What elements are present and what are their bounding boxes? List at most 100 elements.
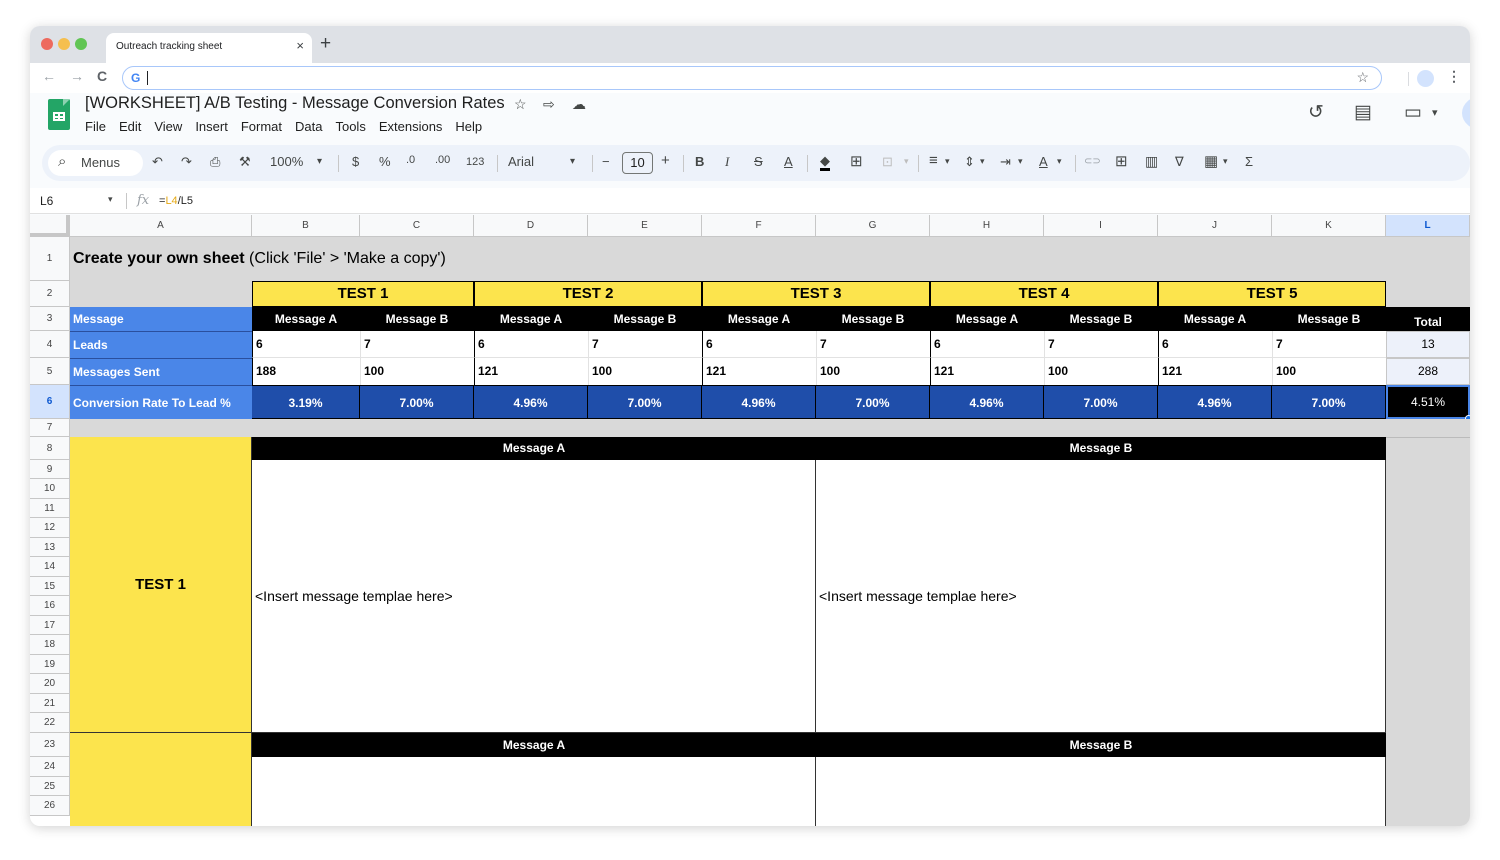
profile-avatar[interactable] — [1417, 70, 1434, 87]
italic-button[interactable]: I — [725, 154, 729, 170]
menu-data[interactable]: Data — [295, 119, 322, 134]
name-box[interactable]: L6 — [40, 194, 53, 208]
paint-format-icon[interactable]: ⚒ — [239, 154, 251, 170]
rotation-dropdown-icon[interactable]: ▾ — [1057, 156, 1062, 167]
messages-sent-cell[interactable]: 121 — [930, 358, 1044, 385]
row-header-6[interactable]: 6 — [30, 385, 70, 419]
horizontal-align-icon[interactable]: ≡ — [929, 152, 938, 169]
leads-cell[interactable]: 6 — [252, 331, 360, 358]
zoom-select[interactable]: 100% — [270, 154, 303, 169]
text-rotation-icon[interactable]: A — [1039, 154, 1048, 169]
conversion-rate-cell[interactable]: 7.00% — [588, 385, 702, 419]
minimize-window-button[interactable] — [58, 38, 70, 50]
column-header-h[interactable]: H — [930, 215, 1044, 237]
filter-views-icon[interactable]: ▦ — [1204, 152, 1218, 170]
message-header[interactable]: Message A — [474, 307, 588, 331]
column-header-k[interactable]: K — [1272, 215, 1386, 237]
conversion-rate-cell[interactable]: 7.00% — [1272, 385, 1386, 419]
row-header-17[interactable]: 17 — [30, 616, 70, 635]
menu-insert[interactable]: Insert — [195, 119, 228, 134]
row-header-11[interactable]: 11 — [30, 499, 70, 518]
close-window-button[interactable] — [41, 38, 53, 50]
row-header-23[interactable]: 23 — [30, 733, 70, 757]
conversion-rate-cell[interactable]: 3.19% — [252, 385, 360, 419]
message-header[interactable]: Message A — [252, 307, 360, 331]
functions-icon[interactable]: Σ — [1245, 154, 1253, 169]
select-all-corner[interactable] — [30, 215, 70, 237]
message-header[interactable]: Message A — [702, 307, 816, 331]
undo-icon[interactable]: ↶ — [152, 154, 163, 170]
insert-link-icon[interactable]: ⊂⊃ — [1084, 156, 1101, 167]
message-header[interactable]: Message B — [816, 307, 930, 331]
message-a-body[interactable]: <Insert message templae here> — [252, 460, 816, 733]
row-header-19[interactable]: 19 — [30, 655, 70, 674]
redo-icon[interactable]: ↷ — [181, 154, 192, 170]
column-header-j[interactable]: J — [1158, 215, 1272, 237]
version-history-icon[interactable]: ↺ — [1308, 101, 1324, 124]
zoom-dropdown-icon[interactable]: ▾ — [317, 156, 322, 167]
row-header-20[interactable]: 20 — [30, 674, 70, 694]
messages-sent-cell[interactable]: 100 — [1044, 358, 1158, 385]
test-section-label-2[interactable] — [70, 733, 252, 826]
row-label-leads[interactable]: Leads — [70, 331, 252, 358]
row-header-21[interactable]: 21 — [30, 694, 70, 713]
row-header-15[interactable]: 15 — [30, 577, 70, 596]
row-label-conversion[interactable]: Conversion Rate To Lead % — [70, 385, 252, 419]
decrease-decimal-button[interactable]: .0 — [406, 154, 415, 166]
new-tab-icon[interactable]: + — [320, 33, 331, 55]
borders-icon[interactable]: ⊞ — [850, 152, 863, 170]
column-header-f[interactable]: F — [702, 215, 816, 237]
meet-dropdown-icon[interactable]: ▾ — [1432, 106, 1438, 119]
column-header-a[interactable]: A — [70, 215, 252, 237]
messages-sent-cell[interactable]: 100 — [588, 358, 702, 385]
star-icon[interactable]: ☆ — [514, 96, 527, 113]
document-title[interactable]: [WORKSHEET] A/B Testing - Message Conver… — [85, 94, 505, 113]
test-section-label[interactable]: TEST 1 — [70, 437, 252, 733]
row-header-24[interactable]: 24 — [30, 757, 70, 777]
conversion-rate-cell[interactable]: 7.00% — [360, 385, 474, 419]
test-header[interactable]: TEST 3 — [702, 281, 930, 307]
conversion-rate-cell[interactable]: 7.00% — [816, 385, 930, 419]
row-header-8[interactable]: 8 — [30, 437, 70, 460]
sheets-logo-icon[interactable] — [48, 99, 70, 130]
leads-cell[interactable]: 6 — [702, 331, 816, 358]
test-header[interactable]: TEST 5 — [1158, 281, 1386, 307]
message-b-header-2[interactable]: Message B — [816, 733, 1386, 757]
row-header-10[interactable]: 10 — [30, 479, 70, 499]
total-header[interactable]: Total — [1386, 307, 1470, 331]
back-icon[interactable]: ← — [42, 68, 56, 84]
row-header-26[interactable]: 26 — [30, 796, 70, 816]
menu-edit[interactable]: Edit — [119, 119, 141, 134]
row-header-16[interactable]: 16 — [30, 596, 70, 616]
wrap-dropdown-icon[interactable]: ▾ — [1018, 156, 1023, 167]
conversion-rate-cell[interactable]: 7.00% — [1044, 385, 1158, 419]
message-a-header-2[interactable]: Message A — [252, 733, 816, 757]
insert-chart-icon[interactable]: ▥ — [1145, 153, 1158, 170]
row-header-12[interactable]: 12 — [30, 518, 70, 538]
h-align-dropdown-icon[interactable]: ▾ — [945, 156, 950, 167]
address-bar[interactable]: G ☆ — [122, 66, 1382, 90]
share-button[interactable] — [1462, 96, 1470, 130]
total-conversion-cell[interactable]: 4.51% — [1386, 385, 1470, 419]
menu-tools[interactable]: Tools — [335, 119, 365, 134]
close-tab-icon[interactable]: × — [296, 38, 304, 53]
messages-sent-cell[interactable]: 121 — [702, 358, 816, 385]
message-header[interactable]: Message A — [1158, 307, 1272, 331]
move-folder-icon[interactable]: ⇨ — [543, 96, 555, 113]
text-wrap-icon[interactable]: ⇥ — [1000, 154, 1011, 170]
column-header-l[interactable]: L — [1386, 215, 1470, 237]
leads-cell[interactable]: 7 — [360, 331, 474, 358]
fill-color-icon[interactable]: ◆ — [820, 154, 830, 171]
menu-format[interactable]: Format — [241, 119, 282, 134]
messages-sent-cell[interactable]: 100 — [360, 358, 474, 385]
print-icon[interactable]: ⎙ — [210, 154, 220, 170]
bookmark-star-icon[interactable]: ☆ — [1356, 69, 1369, 86]
v-align-dropdown-icon[interactable]: ▾ — [980, 156, 985, 167]
text-color-button[interactable]: A — [784, 154, 793, 169]
search-menus-input[interactable]: ⌕ Menus — [48, 150, 143, 176]
row-header-5[interactable]: 5 — [30, 358, 70, 385]
leads-cell[interactable]: 7 — [816, 331, 930, 358]
column-header-b[interactable]: B — [252, 215, 360, 237]
message-b-body-2[interactable] — [816, 757, 1386, 826]
column-header-e[interactable]: E — [588, 215, 702, 237]
